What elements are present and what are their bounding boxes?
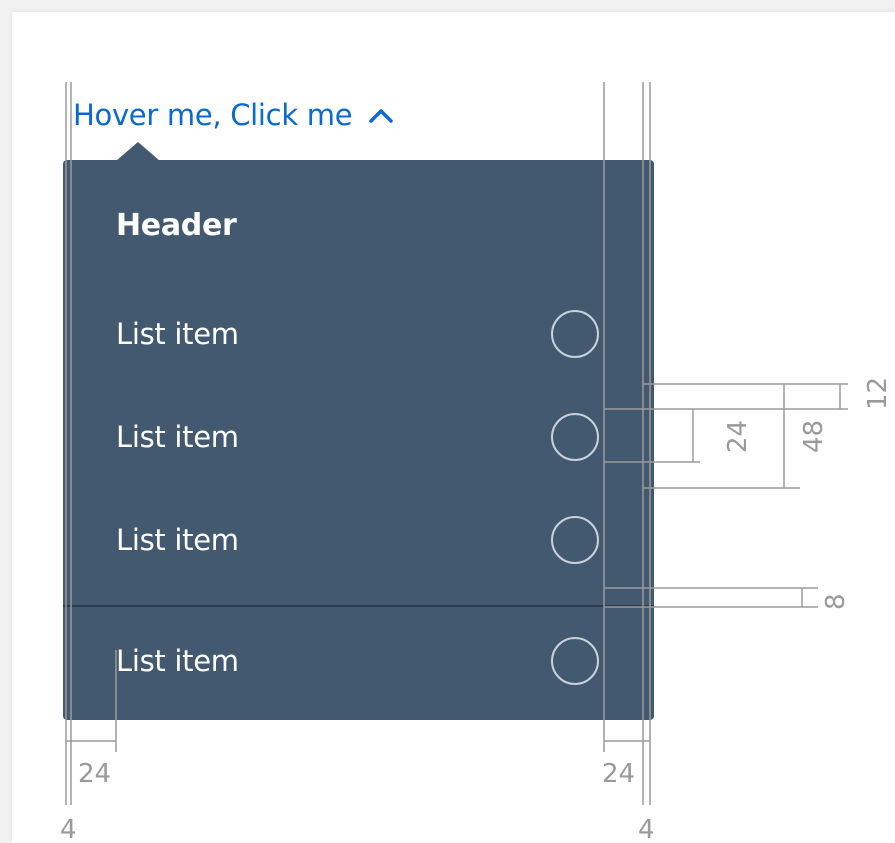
dropdown-header: Header	[116, 208, 237, 243]
list-item-label: List item	[116, 643, 239, 678]
list-item[interactable]: List item	[63, 488, 654, 591]
menu-divider	[63, 605, 654, 607]
dropdown-trigger-label: Hover me, Click me	[73, 98, 353, 132]
radio-button[interactable]	[551, 412, 599, 461]
dropdown-trigger[interactable]: Hover me, Click me	[73, 95, 394, 135]
radio-button[interactable]	[551, 515, 599, 564]
list-item-label: List item	[116, 419, 239, 454]
dropdown-caret	[116, 142, 160, 161]
radio-button[interactable]	[551, 309, 599, 358]
dropdown-menu: Header List item List item List item Lis…	[63, 160, 654, 720]
list-item[interactable]: List item	[63, 385, 654, 488]
radio-button[interactable]	[551, 636, 599, 685]
list-item[interactable]: List item	[63, 609, 654, 712]
chevron-up-icon	[368, 106, 394, 124]
list-item-label: List item	[116, 316, 239, 351]
list-item-label: List item	[116, 522, 239, 557]
list-item[interactable]: List item	[63, 282, 654, 385]
